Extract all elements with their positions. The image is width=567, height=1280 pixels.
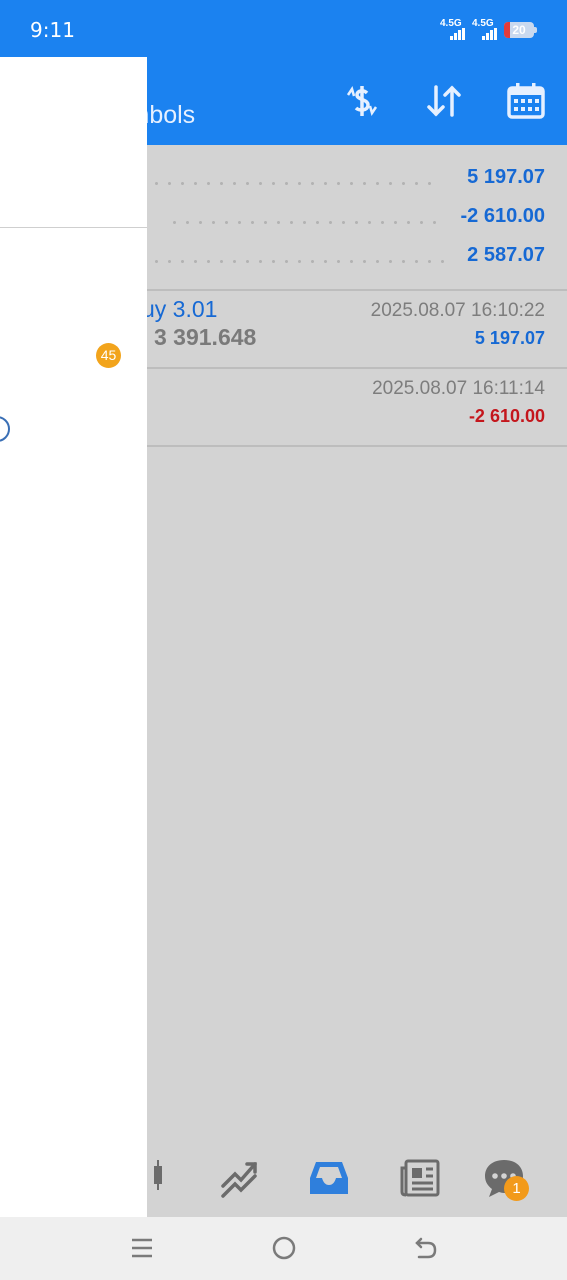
- summary-value: -2 610.00: [460, 205, 545, 227]
- deal-profit: 5 197.07: [474, 328, 545, 348]
- chat-badge: 1: [504, 1176, 529, 1201]
- sort-icon[interactable]: [422, 79, 466, 123]
- currency-exchange-icon[interactable]: [340, 79, 384, 123]
- deal-type: uy 3.01: [142, 296, 218, 322]
- status-bar: 9:11 4.5G 4.5G 20: [0, 0, 567, 57]
- side-drawer[interactable]: 45: [0, 57, 147, 1217]
- trade-icon[interactable]: [215, 1155, 263, 1201]
- summary-value: 5 197.07: [467, 166, 545, 188]
- drawer-divider: [0, 227, 147, 228]
- history-inbox-icon[interactable]: [305, 1155, 353, 1201]
- menu-icon[interactable]: [127, 1233, 157, 1263]
- news-icon[interactable]: [396, 1155, 444, 1201]
- summary-value: 2 587.07: [467, 244, 545, 266]
- battery-level: 20: [512, 23, 526, 37]
- status-time: 9:11: [30, 18, 75, 42]
- deal-time: 2025.08.07 16:11:14: [372, 378, 545, 399]
- signal-icon: 4.5G: [440, 18, 466, 40]
- system-nav-bar: [0, 1217, 567, 1280]
- drawer-circle-icon[interactable]: [0, 416, 10, 442]
- calendar-icon[interactable]: [504, 79, 548, 123]
- deal-time: 2025.08.07 16:10:22: [370, 300, 545, 321]
- drawer-badge: 45: [96, 343, 121, 368]
- deal-profit: -2 610.00: [468, 406, 545, 426]
- signal-icon: 4.5G: [472, 18, 498, 40]
- battery-icon: 20: [504, 22, 534, 38]
- home-icon[interactable]: [269, 1233, 299, 1263]
- back-icon[interactable]: [411, 1233, 441, 1263]
- deal-price: 3 391.648: [154, 324, 257, 350]
